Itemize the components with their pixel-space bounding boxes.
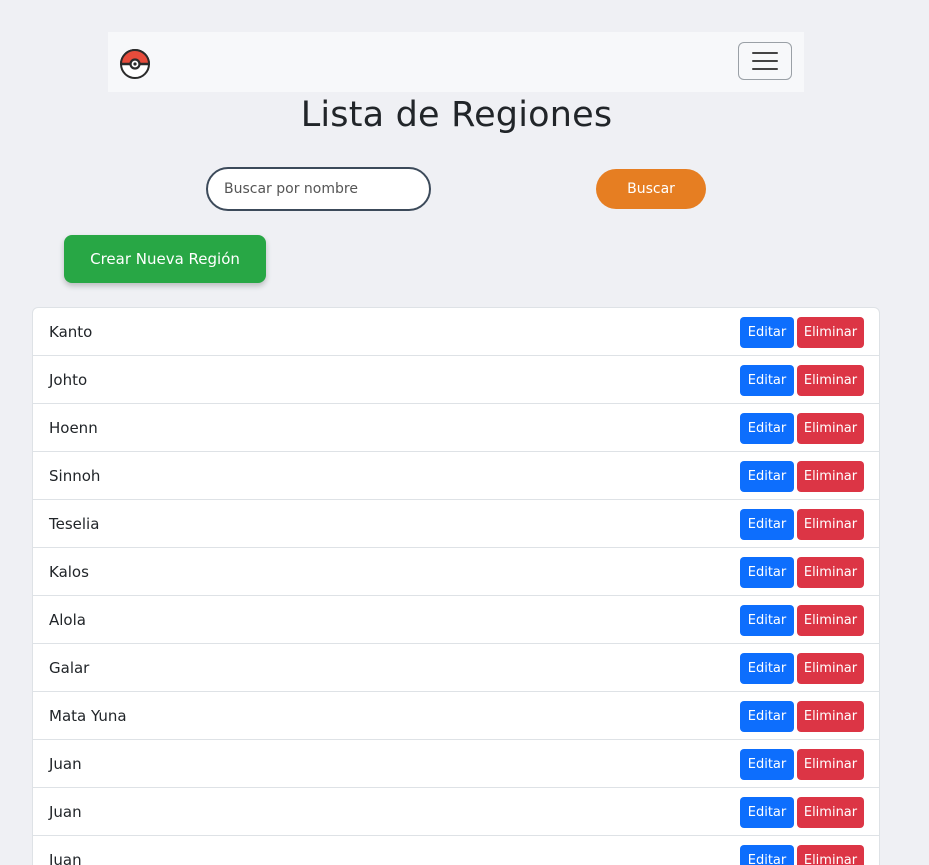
page-title: Lista de Regiones xyxy=(300,95,613,135)
edit-region-button[interactable]: Editar xyxy=(740,653,794,684)
region-list-item: Juan Editar Eliminar xyxy=(33,788,879,836)
region-list-item: Hoenn Editar Eliminar xyxy=(33,404,879,452)
edit-region-button[interactable]: Editar xyxy=(740,317,794,348)
delete-region-button[interactable]: Eliminar xyxy=(797,317,864,348)
navbar xyxy=(108,32,804,92)
region-name: Teselia xyxy=(49,515,100,533)
edit-region-button[interactable]: Editar xyxy=(740,461,794,492)
region-list-item: Galar Editar Eliminar xyxy=(33,644,879,692)
delete-region-button[interactable]: Eliminar xyxy=(797,605,864,636)
region-list-item: Juan Editar Eliminar xyxy=(33,836,879,865)
region-name: Sinnoh xyxy=(49,467,101,485)
delete-region-button[interactable]: Eliminar xyxy=(797,365,864,396)
delete-region-button[interactable]: Eliminar xyxy=(797,509,864,540)
delete-region-button[interactable]: Eliminar xyxy=(797,653,864,684)
edit-region-button[interactable]: Editar xyxy=(740,701,794,732)
delete-region-button[interactable]: Eliminar xyxy=(797,557,864,588)
region-list-item: Kalos Editar Eliminar xyxy=(33,548,879,596)
delete-region-button[interactable]: Eliminar xyxy=(797,749,864,780)
region-list-item: Alola Editar Eliminar xyxy=(33,596,879,644)
search-button[interactable]: Buscar xyxy=(596,169,706,209)
region-list-item: Teselia Editar Eliminar xyxy=(33,500,879,548)
delete-region-button[interactable]: Eliminar xyxy=(797,461,864,492)
region-list-item: Kanto Editar Eliminar xyxy=(33,308,879,356)
delete-region-button[interactable]: Eliminar xyxy=(797,797,864,828)
region-list-item: Juan Editar Eliminar xyxy=(33,740,879,788)
region-name: Johto xyxy=(49,371,88,389)
region-name: Galar xyxy=(49,659,90,677)
edit-region-button[interactable]: Editar xyxy=(740,509,794,540)
region-name: Kalos xyxy=(49,563,89,581)
edit-region-button[interactable]: Editar xyxy=(740,749,794,780)
region-name: Alola xyxy=(49,611,86,629)
pokeball-icon[interactable] xyxy=(120,49,150,79)
region-list: Kanto Editar Eliminar Johto Editar Eliminar Ho… xyxy=(32,307,880,865)
region-list-item: Johto Editar Eliminar xyxy=(33,356,879,404)
region-name: Juan xyxy=(49,803,82,821)
delete-region-button[interactable]: Eliminar xyxy=(797,413,864,444)
region-name: Kanto xyxy=(49,323,93,341)
page: Lista de Regiones Buscar Crear Nueva Reg… xyxy=(0,0,913,865)
edit-region-button[interactable]: Editar xyxy=(740,413,794,444)
edit-region-button[interactable]: Editar xyxy=(740,557,794,588)
search-input[interactable] xyxy=(206,167,431,211)
region-name: Juan xyxy=(49,755,82,773)
edit-region-button[interactable]: Editar xyxy=(740,797,794,828)
delete-region-button[interactable]: Eliminar xyxy=(797,701,864,732)
region-list-item: Mata Yuna Editar Eliminar xyxy=(33,692,879,740)
create-region-button[interactable]: Crear Nueva Región xyxy=(64,235,266,283)
hamburger-menu-icon xyxy=(752,52,778,70)
edit-region-button[interactable]: Editar xyxy=(740,365,794,396)
navbar-toggler-button[interactable] xyxy=(738,42,792,80)
region-list-item: Sinnoh Editar Eliminar xyxy=(33,452,879,500)
edit-region-button[interactable]: Editar xyxy=(740,605,794,636)
region-name: Mata Yuna xyxy=(49,707,127,725)
region-name: Juan xyxy=(49,851,82,865)
region-name: Hoenn xyxy=(49,419,98,437)
delete-region-button[interactable]: Eliminar xyxy=(797,845,864,865)
edit-region-button[interactable]: Editar xyxy=(740,845,794,865)
